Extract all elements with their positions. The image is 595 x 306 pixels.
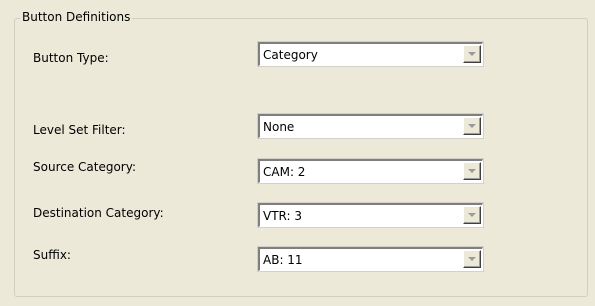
chevron-down-icon xyxy=(468,52,476,56)
suffix-label: Suffix: xyxy=(33,248,71,262)
button-type-dropdown-button[interactable] xyxy=(463,45,481,63)
level-set-filter-dropdown-button[interactable] xyxy=(463,117,481,135)
chevron-down-icon xyxy=(468,257,476,261)
button-type-value: Category xyxy=(263,48,318,62)
suffix-value: AB: 11 xyxy=(263,253,303,267)
suffix-select[interactable]: AB: 11 xyxy=(257,246,484,272)
source-category-value: CAM: 2 xyxy=(263,165,306,179)
button-type-label: Button Type: xyxy=(33,51,109,65)
button-type-select[interactable]: Category xyxy=(257,41,484,67)
suffix-dropdown-button[interactable] xyxy=(463,250,481,268)
destination-category-value: VTR: 3 xyxy=(263,209,302,223)
source-category-label: Source Category: xyxy=(33,160,137,174)
source-category-select[interactable]: CAM: 2 xyxy=(257,158,484,184)
chevron-down-icon xyxy=(468,213,476,217)
source-category-dropdown-button[interactable] xyxy=(463,162,481,180)
chevron-down-icon xyxy=(468,169,476,173)
level-set-filter-value: None xyxy=(263,120,295,134)
destination-category-label: Destination Category: xyxy=(33,206,164,220)
destination-category-dropdown-button[interactable] xyxy=(463,206,481,224)
level-set-filter-select[interactable]: None xyxy=(257,113,484,139)
level-set-filter-label: Level Set Filter: xyxy=(33,123,126,137)
group-title: Button Definitions xyxy=(20,10,133,24)
destination-category-select[interactable]: VTR: 3 xyxy=(257,202,484,228)
chevron-down-icon xyxy=(468,124,476,128)
